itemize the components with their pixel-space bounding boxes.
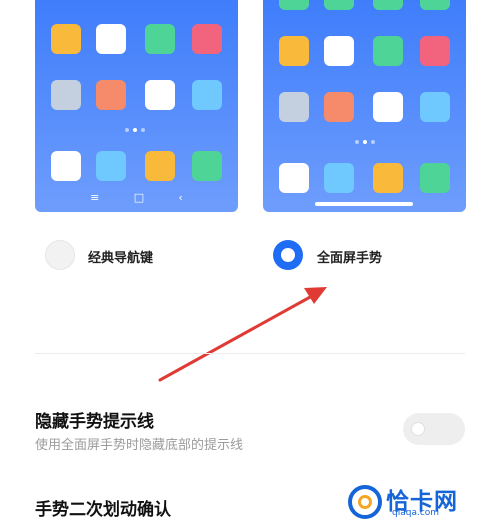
hide-hint-line-title: 隐藏手势提示线 [35, 412, 154, 432]
hide-hint-line-toggle[interactable] [403, 413, 465, 445]
watermark-logo-icon [348, 485, 382, 519]
divider [35, 353, 465, 354]
second-swipe-confirm-title: 手势二次划动确认 [35, 500, 171, 520]
hide-hint-line-subtitle: 使用全面屏手势时隐藏底部的提示线 [35, 438, 244, 453]
watermark-url: qiaqa.com [392, 508, 440, 518]
toggle-knob [412, 423, 424, 435]
watermark: 恰卡网 qiaqa.com [346, 481, 496, 521]
